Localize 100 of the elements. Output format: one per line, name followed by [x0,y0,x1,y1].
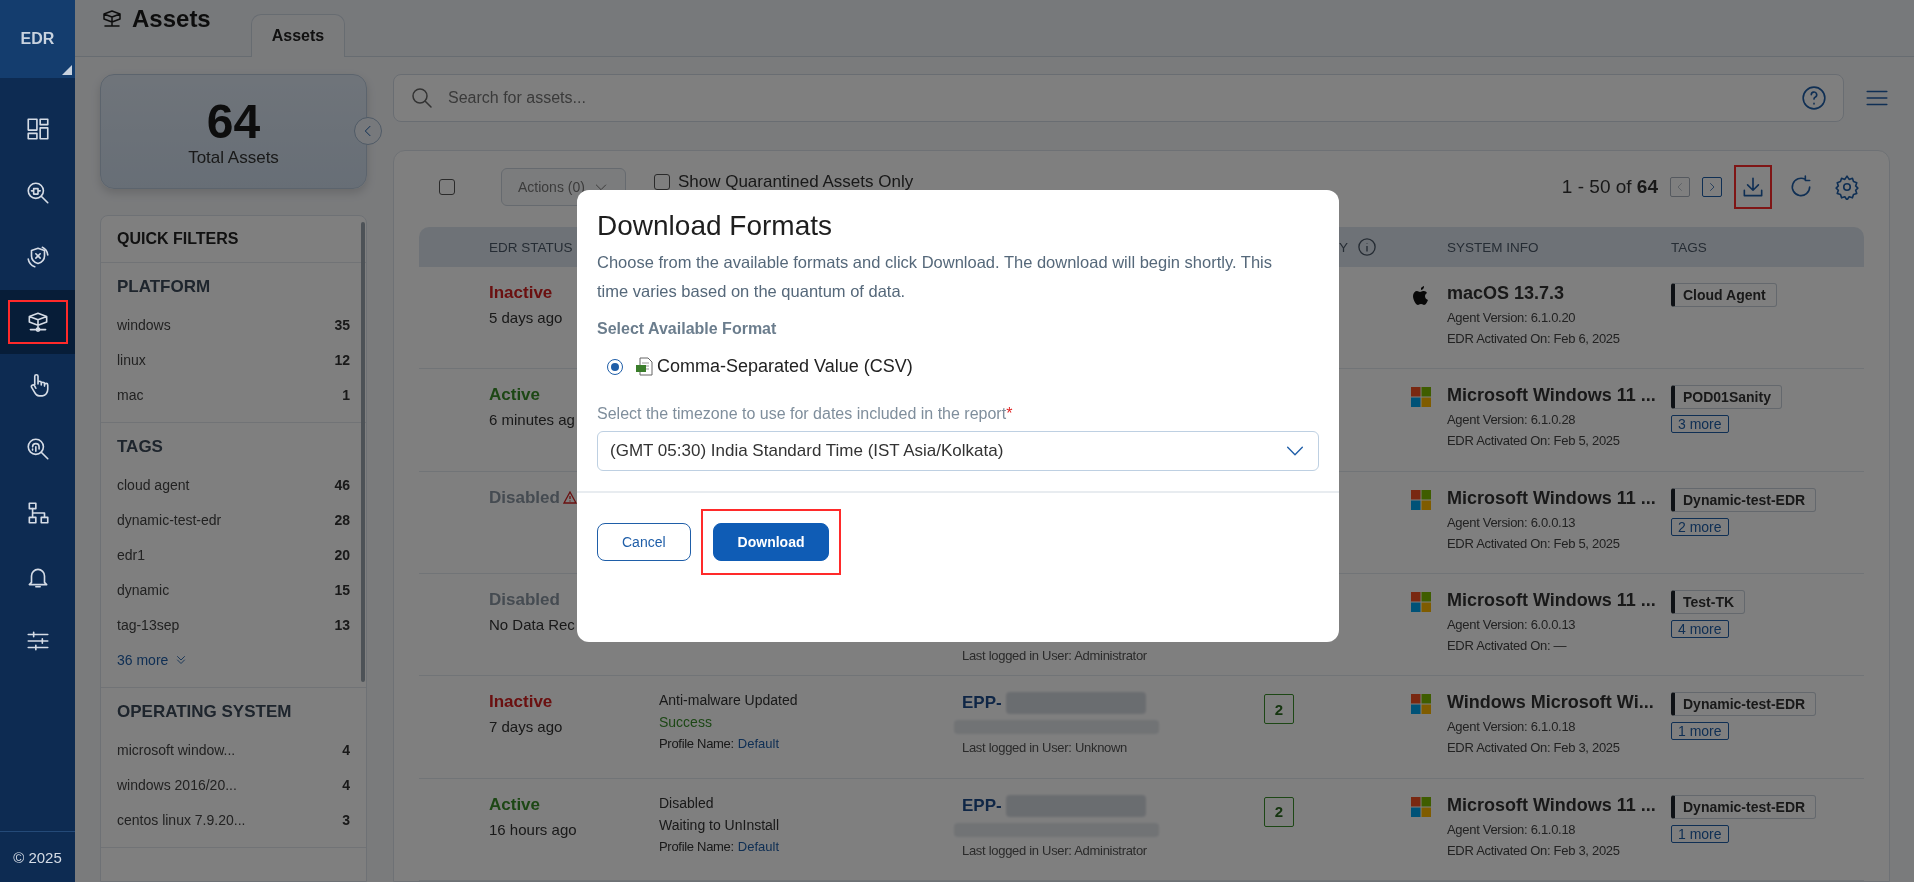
os-name: Microsoft Windows 11 ... [1447,590,1656,612]
filter-count: 4 [342,741,350,758]
more-tags-link[interactable]: 2 more [1671,517,1729,536]
select-all-checkbox[interactable] [439,178,455,195]
os-name: Microsoft Windows 11 ... [1447,487,1656,509]
endpoint-name[interactable]: EPP- [962,693,1002,714]
last-seen-text: 6 minutes ag [489,411,575,429]
filter-count: 20 [334,546,350,563]
search-box[interactable]: Search for assets... [393,74,1844,122]
last-seen-text: 5 days ago [489,309,563,327]
pagination-range: 1 - 50 of [1561,175,1632,197]
dialog-title: Download Formats [597,210,833,242]
agent-version: Agent Version: 6.1.0.18 [1447,821,1576,837]
tag-chip: Dynamic-test-EDR [1671,692,1817,717]
filter-item[interactable]: dynamic [117,581,170,598]
more-tags-link[interactable]: 4 more [1671,620,1729,639]
tag-chip: Cloud Agent [1671,283,1777,308]
os-name: Microsoft Windows 11 ... [1447,385,1656,407]
toolbar-button[interactable] [1734,164,1772,209]
profile-link[interactable]: Default [737,736,780,752]
windows-logo-icon [1411,489,1431,510]
more-tags-link[interactable]: 3 more [1671,415,1729,434]
search-field[interactable]: Search for assets... [446,88,1789,108]
agent-version: Agent Version: 6.1.0.18 [1447,719,1576,735]
activated-date: EDR Activated On: Feb 3, 2025 [1447,842,1620,858]
edr-status: Active [489,794,541,815]
filter-item[interactable]: edr1 [117,546,146,563]
column-header: SYSTEM INFO [1447,239,1539,255]
tag-chip: Test-TK [1671,590,1746,615]
tag-chip: POD01Sanity [1671,385,1782,410]
nav-item[interactable] [0,290,75,354]
filter-item[interactable]: microsoft window... [117,741,236,758]
settings-icon [1834,173,1860,200]
app-logo: EDR [20,30,55,48]
filter-count: 35 [334,316,350,333]
agent-version: Agent Version: 6.0.0.13 [1447,617,1576,633]
windows-logo-icon [1411,592,1431,613]
activated-date: EDR Activated On: Feb 5, 2025 [1447,535,1620,551]
csv-file-icon [635,356,653,377]
filter-item[interactable]: linux [117,351,146,368]
profile-label: Profile Name: [659,736,734,752]
protection-status: Disabled [659,794,714,811]
help-icon [1801,85,1827,111]
endpoint-name[interactable]: EPP- [962,795,1002,816]
windows-logo-icon [1411,387,1431,408]
edr-status: Disabled [489,590,560,611]
protection-status: Success [659,714,712,731]
windows-logo-icon [1411,796,1431,817]
filter-count: 28 [334,511,350,528]
agent-version: Agent Version: 6.1.0.20 [1447,310,1576,326]
total-label: Total Assets [188,147,279,168]
filter-count: 12 [334,351,350,368]
bug-search-icon [24,179,51,206]
search-icon [410,86,434,110]
last-seen-text: 7 days ago [489,718,563,736]
column-header: EDR STATUS [489,239,573,255]
more-link[interactable]: 36 more [117,651,169,668]
filter-item[interactable]: windows [117,316,171,333]
dialog-button[interactable]: Download [712,523,830,561]
dashboard-icon [24,115,51,142]
tab[interactable]: Assets [250,14,346,57]
windows-logo-icon [1411,694,1431,715]
count-badge: 2 [1264,694,1294,725]
quarantine-checkbox[interactable] [653,173,670,190]
copyright-text: © 2025 [13,848,62,866]
next-page-button[interactable] [1702,176,1722,197]
profile-link[interactable]: Default [737,838,780,854]
timezone-dropdown[interactable]: (GMT 05:30) India Standard Time (IST Asia/Kolkata) [597,431,1319,471]
dialog-button[interactable]: Cancel [597,523,691,561]
activated-date: EDR Activated On: Feb 6, 2025 [1447,331,1620,347]
filter-section-title: TAGS [117,437,163,456]
dialog-description: Choose from the available formats and click Download. The download will begin shortly. This time varies based on the quantum of data. [597,252,1273,302]
last-user-text: Last logged in User: Unknown [962,740,1128,756]
total-count: 64 [206,95,261,148]
filter-item[interactable]: windows 2016/20... [117,776,237,793]
filter-item[interactable]: mac [117,386,144,403]
filter-section-title: OPERATING SYSTEM [117,702,292,721]
more-tags-link[interactable]: 1 more [1671,722,1729,741]
tag-chip: Dynamic-test-EDR [1671,794,1817,819]
last-user-text: Last logged in User: Administrator [962,648,1147,664]
os-name: Windows Microsoft Wi... [1447,692,1654,714]
edr-status: Disabled [489,487,560,508]
quarantine-label: Show Quarantined Assets Only [677,172,914,191]
activated-date: EDR Activated On: Feb 3, 2025 [1447,740,1620,756]
filter-item[interactable]: centos linux 7.9.20... [117,811,246,828]
filter-item[interactable]: dynamic-test-edr [117,511,222,528]
last-seen-text: No Data Rec [489,616,575,634]
filter-count: 46 [334,476,350,493]
filter-section-title: PLATFORM [117,277,211,296]
filter-count: 1 [342,386,350,403]
more-tags-link[interactable]: 1 more [1671,824,1729,843]
corner-triangle-icon [62,65,72,75]
filter-item[interactable]: tag-13sep [117,616,180,633]
edr-status: Active [489,385,541,406]
format-heading: Select Available Format [597,320,778,338]
agent-version: Agent Version: 6.1.0.28 [1447,412,1576,428]
protection-status: Anti-malware Updated [659,692,798,709]
edr-status: Inactive [489,692,553,713]
activated-date: EDR Activated On: — [1447,638,1567,654]
filter-item[interactable]: cloud agent [117,476,190,493]
